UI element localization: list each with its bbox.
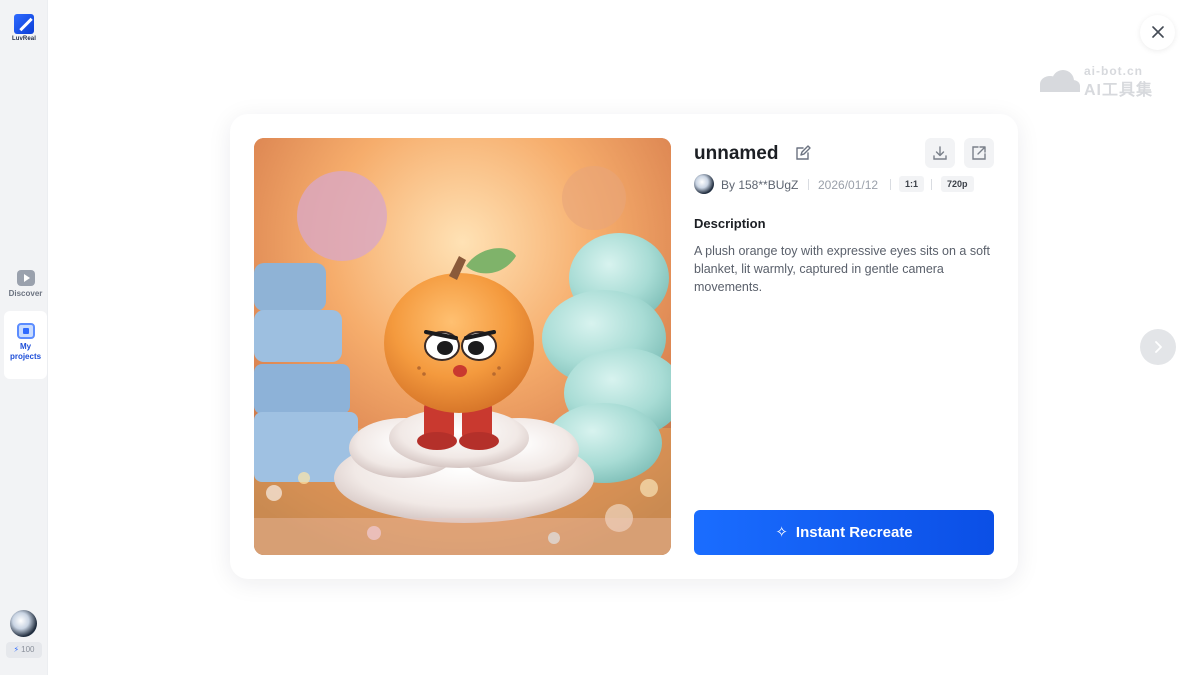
description-label: Description: [694, 216, 766, 231]
close-button[interactable]: [1140, 15, 1175, 50]
author-avatar[interactable]: [694, 174, 714, 194]
description-text: A plush orange toy with expressive eyes …: [694, 244, 990, 294]
plush-orange-image: [254, 138, 671, 555]
lightning-icon: ⚡: [13, 645, 20, 654]
sparkle-icon: ✧: [775, 524, 788, 541]
resolution-tag: 720p: [941, 176, 974, 192]
download-icon: [933, 146, 947, 160]
watermark: ai-bot.cn AI工具集: [1040, 64, 1170, 99]
divider: [890, 179, 891, 190]
sidebar: LuvReal Discover My projects ⚡ 100: [0, 0, 48, 675]
next-button[interactable]: [1140, 329, 1176, 365]
created-date: 2026/01/12: [818, 178, 879, 192]
credits-badge[interactable]: ⚡ 100: [6, 642, 42, 658]
download-button[interactable]: [925, 138, 955, 168]
media-preview[interactable]: [254, 138, 671, 555]
detail-info: unnamed By 158**BUgZ 2026/01/12 1:1 720p…: [694, 138, 994, 555]
nav-discover-label: Discover: [8, 289, 43, 298]
nav-my-projects[interactable]: My projects: [4, 311, 47, 379]
meta-row: By 158**BUgZ 2026/01/12 1:1 720p: [694, 174, 994, 194]
edit-title-icon[interactable]: [794, 144, 812, 162]
title-row: unnamed: [694, 138, 994, 168]
projects-icon: [16, 323, 35, 339]
credits-count: 100: [21, 645, 35, 654]
author-name: By 158**BUgZ: [721, 178, 799, 192]
play-video-icon: [16, 270, 35, 286]
app-logo[interactable]: LuvReal: [10, 14, 38, 42]
user-avatar[interactable]: [10, 610, 37, 637]
logo-text: LuvReal: [11, 36, 37, 42]
watermark-logo-icon: [1040, 68, 1080, 92]
divider: [931, 179, 932, 190]
instant-recreate-button[interactable]: ✧ Instant Recreate: [694, 510, 994, 555]
chevron-right-icon: [1155, 341, 1162, 353]
project-detail-card: unnamed By 158**BUgZ 2026/01/12 1:1 720p…: [230, 114, 1018, 579]
share-button[interactable]: [964, 138, 994, 168]
project-title: unnamed: [694, 143, 779, 164]
aspect-ratio-tag: 1:1: [899, 176, 925, 192]
divider: [808, 179, 809, 190]
external-link-icon: [972, 146, 986, 160]
watermark-title: AI工具集: [1084, 82, 1154, 99]
nav-my-projects-label: My projects: [9, 342, 42, 361]
close-icon: [1151, 26, 1164, 38]
logo-mark-icon: [14, 14, 34, 34]
instant-recreate-label: Instant Recreate: [795, 524, 913, 541]
nav-discover[interactable]: Discover: [4, 264, 47, 305]
